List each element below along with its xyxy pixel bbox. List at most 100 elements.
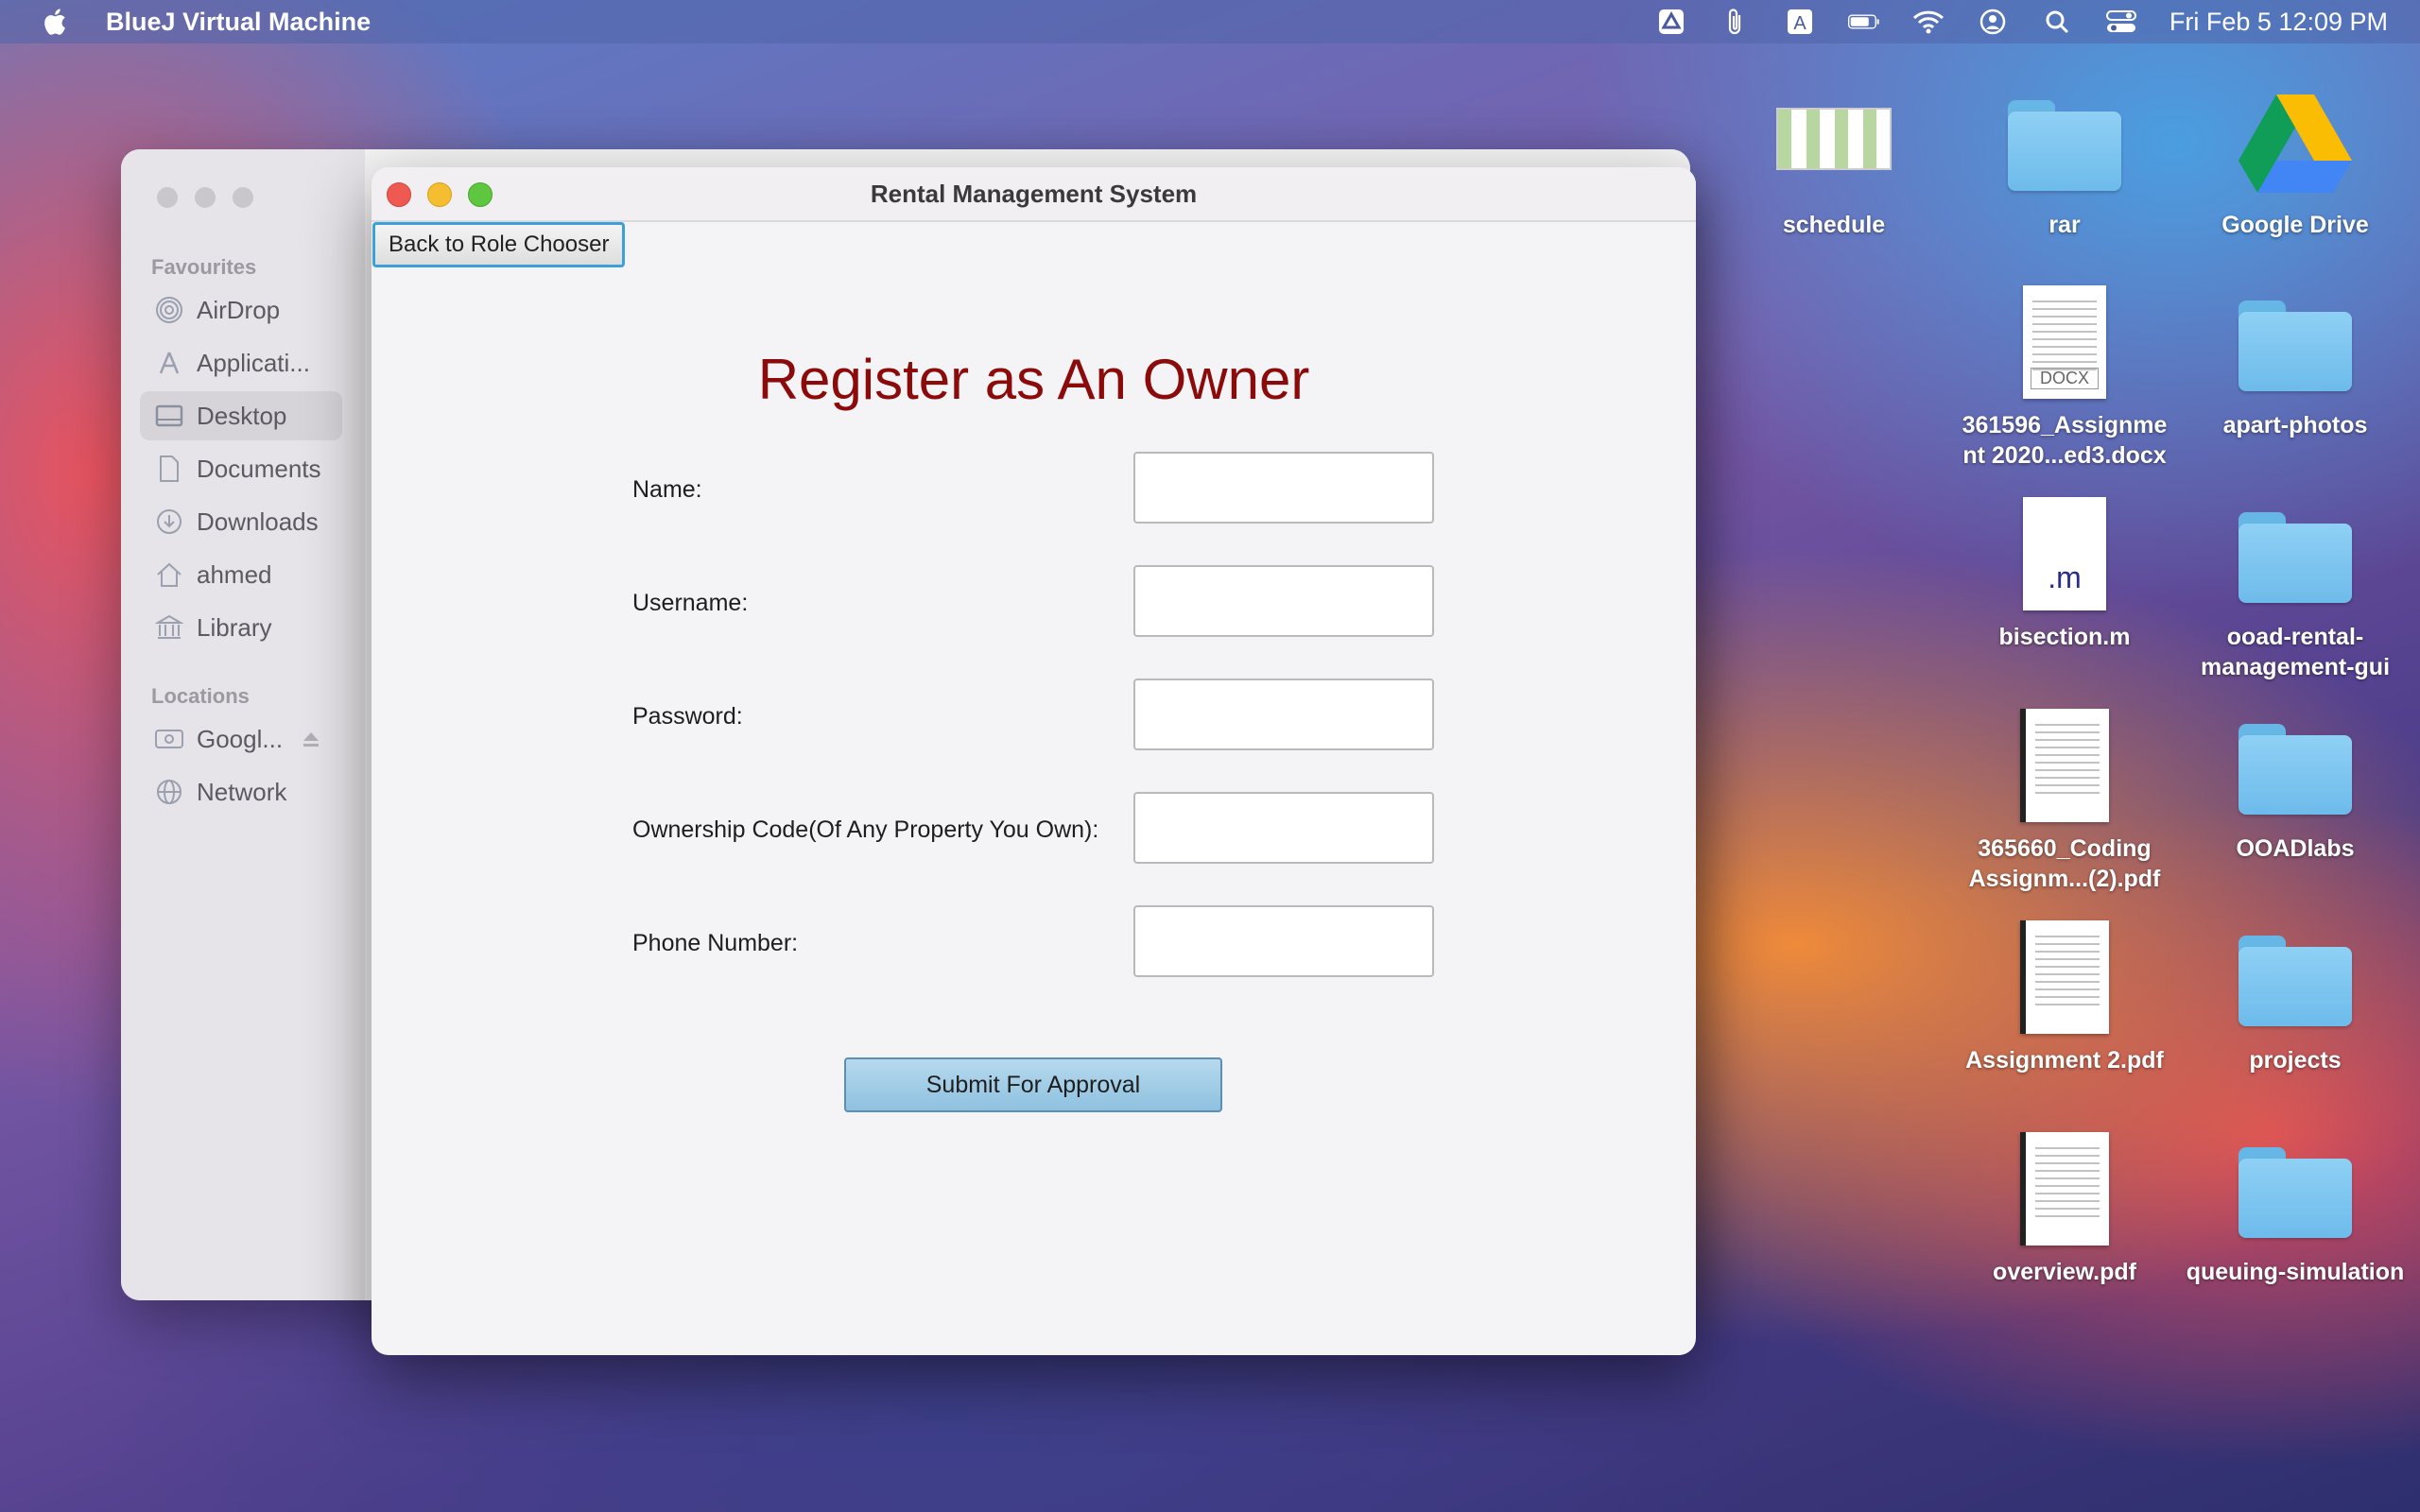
phone-number-input[interactable] [1133, 905, 1434, 977]
sidebar-item-label: AirDrop [197, 295, 281, 324]
desktop-icon-ooad-rental[interactable]: ooad-rental-management-gui [2182, 488, 2409, 682]
desktop-icon-docx[interactable]: DOCX 361596_Assignme nt 2020...ed3.docx [1951, 276, 2178, 471]
sidebar-item-airdrop[interactable]: AirDrop [140, 285, 342, 335]
library-icon [153, 613, 185, 642]
pdf-file-icon [2003, 911, 2126, 1034]
password-label: Password: [632, 703, 743, 730]
sidebar-item-desktop[interactable]: Desktop [140, 391, 342, 440]
desktop-icon-overview[interactable]: overview.pdf [1951, 1123, 2178, 1287]
password-input[interactable] [1133, 679, 1434, 750]
zoom-icon[interactable] [468, 182, 493, 207]
desktop-icon-rar[interactable]: rar [1951, 76, 2178, 240]
ownership-code-label: Ownership Code(Of Any Property You Own): [632, 816, 1099, 843]
page-title: Register as An Owner [757, 348, 1310, 411]
username-label: Username: [632, 590, 749, 616]
desktop-icon-ooadlabs[interactable]: OOADlabs [2182, 699, 2409, 864]
airdrop-icon [153, 296, 185, 324]
applications-icon [153, 349, 185, 377]
wifi-icon[interactable] [1912, 8, 1945, 36]
sidebar-item-label: Desktop [197, 401, 287, 430]
desktop-icon-schedule[interactable]: schedule [1720, 76, 1947, 240]
pdf-file-icon [2003, 699, 2126, 822]
docx-file-icon: DOCX [2003, 276, 2126, 399]
folder-icon [2234, 699, 2357, 822]
minimize-icon[interactable] [427, 182, 452, 207]
sidebar-item-library[interactable]: Library [140, 603, 342, 652]
sidebar-item-applications[interactable]: Applicati... [140, 338, 342, 387]
eject-icon[interactable] [302, 725, 320, 754]
folder-icon [2234, 911, 2357, 1034]
sidebar-item-label: Googl... [197, 724, 284, 753]
document-icon [153, 455, 185, 483]
desktop-icon-google-drive[interactable]: Google Drive [2182, 76, 2409, 240]
locations-header: Locations [151, 684, 250, 708]
desktop-icon-coding-pdf[interactable]: 365660_Coding Assignm...(2).pdf [1951, 699, 2178, 894]
desktop-icon-projects[interactable]: projects [2182, 911, 2409, 1075]
folder-icon [2234, 276, 2357, 399]
sidebar-item-label: Network [197, 777, 287, 806]
svg-text:A: A [1793, 13, 1806, 34]
phone-number-label: Phone Number: [632, 930, 799, 956]
rental-management-window[interactable]: Rental Management System Back to Role Ch… [372, 167, 1696, 1355]
menu-clock[interactable]: Fri Feb 5 12:09 PM [2169, 8, 2388, 37]
sidebar-item-label: Applicati... [197, 348, 310, 377]
close-icon[interactable] [157, 187, 178, 208]
battery-icon[interactable] [1847, 8, 1880, 36]
user-icon[interactable] [1977, 8, 2009, 36]
username-row: Username: [632, 565, 1445, 641]
desktop-icon-label: schedule [1782, 212, 1886, 238]
finder-sidebar: Favourites AirDrop Applicati... Desktop … [121, 149, 365, 1300]
ownership-code-row: Ownership Code(Of Any Property You Own): [632, 792, 1445, 868]
paperclip-icon[interactable] [1720, 8, 1752, 36]
desktop-icon-apart-photos[interactable]: apart-photos [2182, 276, 2409, 440]
desktop-icon-assignment2[interactable]: Assignment 2.pdf [1951, 911, 2178, 1075]
desktop-icon-label: overview.pdf [1993, 1259, 2136, 1285]
desktop-icon-label: queuing-simulation [2186, 1259, 2405, 1285]
google-drive-icon [2234, 76, 2357, 198]
image-file-icon [1772, 76, 1895, 198]
sidebar-item-google-drive[interactable]: Googl... [140, 714, 342, 764]
minimize-icon[interactable] [195, 187, 216, 208]
download-icon [153, 507, 185, 536]
desktop-icon-label: projects [2249, 1047, 2342, 1074]
search-icon[interactable] [2041, 8, 2073, 36]
m-file-icon: .m [2003, 488, 2126, 610]
sidebar-item-label: Documents [197, 454, 321, 483]
desktop-icon-label: bisection.m [1998, 624, 2131, 650]
ownership-code-input[interactable] [1133, 792, 1434, 864]
sidebar-item-label: ahmed [197, 559, 272, 589]
sidebar-item-network[interactable]: Network [140, 767, 342, 816]
finder-window-controls[interactable] [157, 187, 253, 208]
desktop-icon-label: 361596_Assignme nt 2020...ed3.docx [1962, 412, 2168, 469]
desktop-icon-label: Assignment 2.pdf [1965, 1047, 2164, 1074]
sidebar-item-home[interactable]: ahmed [140, 550, 342, 599]
favourites-header: Favourites [151, 255, 257, 279]
folder-icon [2234, 488, 2357, 610]
active-app-name[interactable]: BlueJ Virtual Machine [106, 8, 371, 37]
name-label: Name: [632, 476, 702, 503]
folder-icon [2003, 76, 2126, 198]
desktop-icon-label: apart-photos [2222, 412, 2368, 438]
desktop-icon-label: rar [2048, 212, 2081, 238]
sidebar-item-documents[interactable]: Documents [140, 444, 342, 493]
window-title: Rental Management System [870, 179, 1198, 208]
home-icon [153, 560, 185, 589]
name-row: Name: [632, 452, 1445, 527]
desktop-icon-bisection[interactable]: .m bisection.m [1951, 488, 2178, 652]
keyboard-input-icon[interactable]: A [1784, 8, 1816, 36]
sidebar-item-downloads[interactable]: Downloads [140, 497, 342, 546]
zoom-icon[interactable] [233, 187, 253, 208]
name-input[interactable] [1133, 452, 1434, 524]
drive-sync-icon[interactable] [1655, 8, 1687, 36]
back-to-role-chooser-button[interactable]: Back to Role Chooser [372, 222, 626, 267]
control-center-icon[interactable] [2105, 8, 2137, 36]
submit-for-approval-button[interactable]: Submit For Approval [844, 1057, 1222, 1112]
desktop-icon-queuing-simulation[interactable]: queuing-simulation [2182, 1123, 2409, 1287]
menu-bar: BlueJ Virtual Machine A Fri Feb 5 12:09 … [0, 0, 2420, 43]
apple-icon[interactable] [40, 7, 68, 37]
drive-icon [153, 725, 185, 753]
pdf-file-icon [2003, 1123, 2126, 1246]
close-icon[interactable] [387, 182, 411, 207]
window-titlebar[interactable]: Rental Management System [372, 167, 1696, 222]
username-input[interactable] [1133, 565, 1434, 637]
